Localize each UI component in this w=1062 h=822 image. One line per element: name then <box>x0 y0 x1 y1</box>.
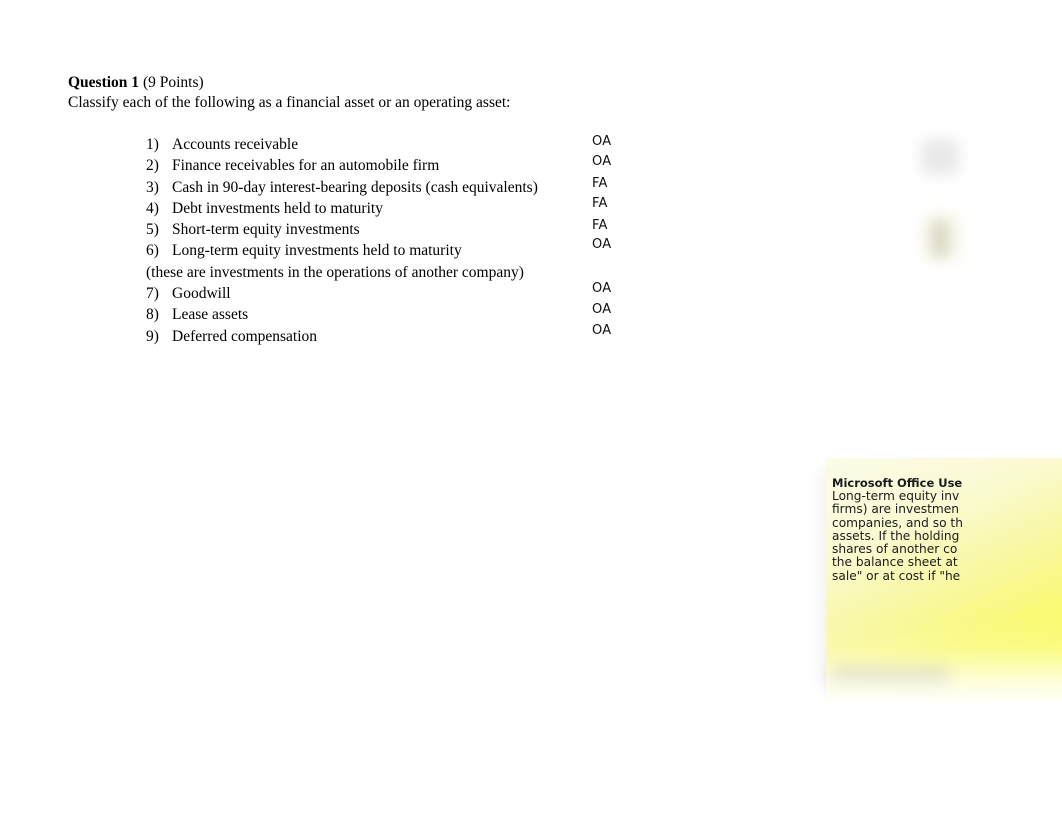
blurred-margin-mark-upper <box>921 139 959 175</box>
list-item-6-parenthetical: (these are investments in the operations… <box>146 263 524 281</box>
list-item-label: Short-term equity investments <box>172 221 360 239</box>
question-instruction: Classify each of the following as a fina… <box>68 94 511 111</box>
question-points: (9 Points) <box>142 74 204 91</box>
answer-value[interactable]: FA <box>592 177 608 191</box>
list-item-number: 3) <box>146 178 159 196</box>
comment-note-line: Long-term equity inv <box>832 489 960 503</box>
list-item-number: 9) <box>146 327 159 345</box>
answer-value[interactable]: FA <box>592 219 608 233</box>
list-item: 5) Short-term equity investments <box>146 219 616 240</box>
comment-note-line: firms) are investmen <box>832 502 959 517</box>
list-item-label: Deferred compensation <box>172 327 318 345</box>
question-title: Question 1 <box>68 74 140 91</box>
list-item: 8) Lease assets <box>146 304 616 325</box>
blurred-margin-mark-lower-core <box>933 222 947 256</box>
answer-value[interactable]: OA <box>592 135 611 149</box>
comment-note-line: the balance sheet at <box>832 555 958 570</box>
list-item: 4) Debt investments held to maturity <box>146 198 616 219</box>
document-page: Question 1 (9 Points) Classify each of t… <box>0 0 1062 822</box>
list-item-number: 5) <box>146 221 159 239</box>
list-item: 9) Deferred compensation <box>146 326 616 347</box>
list-item: 1) Accounts receivable <box>146 134 616 155</box>
comment-note-line: sale" or at cost if "he <box>832 568 961 583</box>
comment-note-body: Microsoft Office Use Long-term equity in… <box>832 477 1062 583</box>
asset-classification-list: 1) Accounts receivable 2) Finance receivab… <box>146 134 616 347</box>
list-item: 3) Cash in 90-day interest-bearing deposi… <box>146 177 616 198</box>
list-item-label: Goodwill <box>172 285 231 303</box>
list-item-label: Long-term equity investments held to mat… <box>172 242 462 260</box>
blurred-margin-mark-lower <box>924 216 958 260</box>
list-item-number: 4) <box>146 199 159 217</box>
answer-value[interactable]: FA <box>592 197 608 211</box>
answer-value[interactable]: OA <box>592 303 611 317</box>
answer-value[interactable]: OA <box>592 282 611 296</box>
answer-value[interactable]: OA <box>592 155 611 169</box>
list-item-number: 6) <box>146 242 159 260</box>
list-item-number: 7) <box>146 285 159 303</box>
comment-note-line: companies, and so th <box>832 515 963 530</box>
list-item-label: Finance receivables for an automobile fi… <box>172 157 440 175</box>
comment-note-line: shares of another co <box>832 542 958 557</box>
answer-value[interactable]: OA <box>592 238 611 252</box>
list-item-number: 8) <box>146 306 159 324</box>
list-item-label: Accounts receivable <box>172 136 299 153</box>
comment-note-line: assets. If the holding <box>832 528 960 543</box>
list-item: 7) Goodwill <box>146 283 616 304</box>
list-item-label: Lease assets <box>172 306 249 324</box>
list-item-label: Debt investments held to maturity <box>172 199 383 217</box>
list-item: 6) Long-term equity investments held to m… <box>146 240 616 261</box>
list-item-label: Cash in 90-day interest-bearing deposits… <box>172 178 538 196</box>
list-item-number: 1) <box>146 136 159 153</box>
question-header: Question 1 (9 Points) <box>68 73 204 93</box>
answer-value[interactable]: OA <box>592 324 611 338</box>
list-item: 2) Finance receivables for an automobile … <box>146 155 616 176</box>
list-item-number: 2) <box>146 157 159 175</box>
